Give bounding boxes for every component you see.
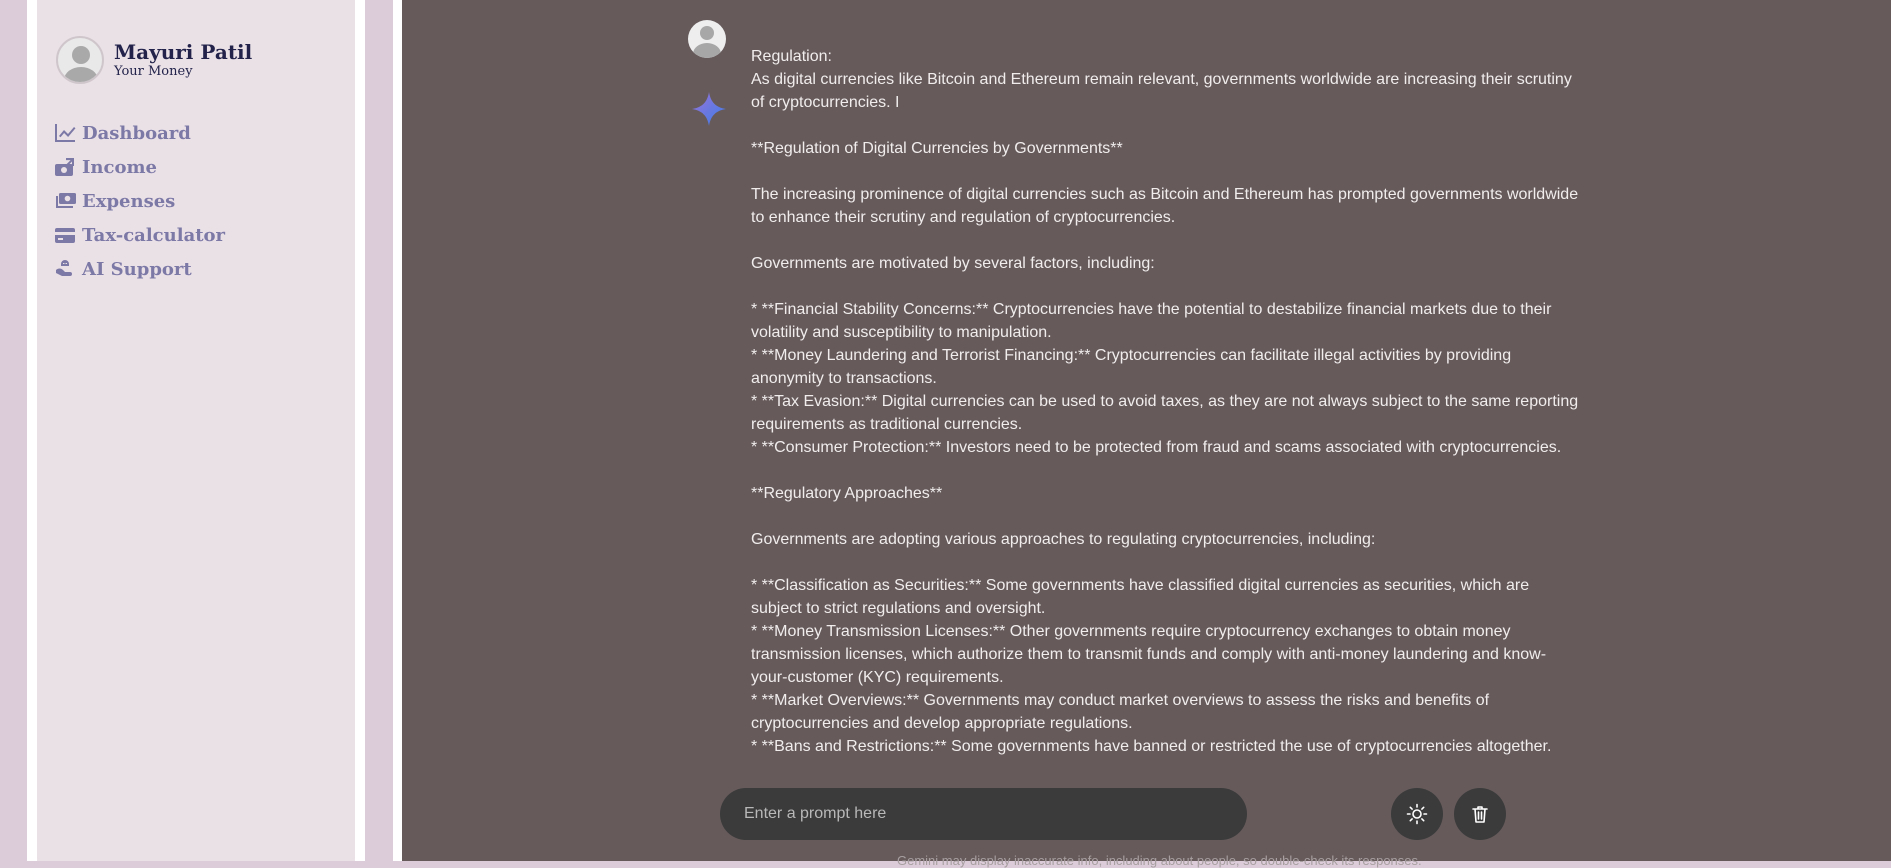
sidebar-item-label: AI Support [82, 258, 192, 280]
trash-icon [1472, 806, 1488, 823]
sidebar-item-income[interactable]: Income [54, 150, 225, 184]
avatar [56, 36, 104, 84]
chart-line-icon [55, 124, 76, 142]
money-bill-trend-icon [55, 158, 74, 176]
profile-subtitle: Your Money [114, 64, 193, 79]
delete-chat-button[interactable] [1454, 788, 1506, 840]
sidebar: Mayuri Patil Your Money Dashboard Income… [37, 0, 355, 861]
money-bills-icon [56, 193, 76, 208]
sidebar-item-label: Tax-calculator [82, 224, 226, 246]
user-message: Regulation: As digital currencies like B… [751, 48, 1572, 111]
prompt-input[interactable] [720, 788, 1247, 840]
profile-name: Mayuri Patil [114, 40, 253, 64]
theme-toggle-button[interactable] [1391, 788, 1443, 840]
sidebar-nav: Dashboard Income Expenses Tax-calculator… [54, 116, 225, 286]
sidebar-item-label: Expenses [82, 190, 176, 212]
robot-hand-icon [56, 260, 72, 276]
credit-card-icon [55, 228, 75, 243]
profile: Mayuri Patil Your Money [56, 36, 252, 84]
user-avatar [688, 20, 726, 58]
chat-panel: Regulation: As digital currencies like B… [402, 0, 1891, 868]
sidebar-item-expenses[interactable]: Expenses [54, 184, 225, 218]
sidebar-item-ai-support[interactable]: AI Support [54, 252, 225, 286]
sidebar-item-tax-calculator[interactable]: Tax-calculator [54, 218, 225, 252]
left-border [27, 0, 37, 861]
sidebar-item-dashboard[interactable]: Dashboard [54, 116, 225, 150]
ai-response: **Regulation of Digital Currencies by Go… [751, 140, 1579, 755]
sidebar-item-label: Dashboard [82, 122, 191, 144]
gemini-sparkle-icon [692, 92, 726, 126]
main-border [393, 0, 402, 861]
chat-message: Regulation: As digital currencies like B… [751, 22, 1581, 781]
sidebar-border [355, 0, 365, 861]
sidebar-item-label: Income [82, 156, 157, 178]
sun-icon [1406, 803, 1428, 825]
